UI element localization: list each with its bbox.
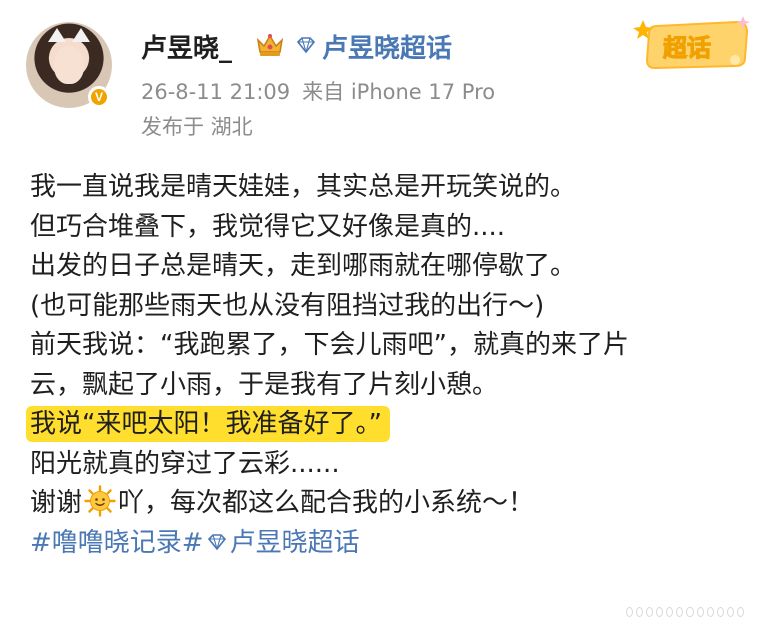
highlighted-line: 我说“来吧太阳！我准备好了。” xyxy=(26,405,760,445)
username[interactable]: 卢昱晓_ xyxy=(141,28,232,65)
body-line: 云，飘起了小雨，于是我有了片刻小憩。 xyxy=(30,369,499,400)
body-line: 我一直说我是晴天娃娃，其实总是开玩笑说的。 xyxy=(30,172,577,202)
watermark-decoration xyxy=(626,605,744,619)
sticker-label: 超话 xyxy=(663,34,711,62)
body-line: 出发的日子总是晴天，走到哪雨就在哪停歇了。 xyxy=(30,251,577,281)
thanks-text-before: 谢谢 xyxy=(30,488,83,518)
thanks-line: 谢谢 吖，每次都这么配合我的小系统～！ xyxy=(30,484,760,524)
super-topic-sticker[interactable]: 超话 xyxy=(633,16,751,72)
body-line: (也可能那些雨天也从没有阻挡过我的出行～) xyxy=(30,290,545,321)
post-location: 发布于 湖北 xyxy=(141,115,253,139)
post-time: 26-8-11 21:09 xyxy=(141,80,291,104)
highlight-mark: 我说“来吧太阳！我准备好了。” xyxy=(26,406,390,442)
post-meta: 26-8-11 21:09 来自 iPhone 17 Pro xyxy=(141,76,507,106)
post-source: 来自 iPhone 17 Pro xyxy=(302,80,496,104)
cat-ear-decoration xyxy=(48,28,66,42)
thanks-text-after: 吖，每次都这么配合我的小系统～！ xyxy=(118,488,535,518)
cat-ear-decoration xyxy=(72,28,90,42)
crown-badge-icon[interactable] xyxy=(255,32,285,58)
verified-v-icon: V xyxy=(88,86,110,108)
super-topic-link[interactable]: 卢昱晓超话 xyxy=(322,28,452,65)
post-body: 我一直说我是晴天娃娃，其实总是开玩笑说的。 但巧合堆叠下，我觉得它又好像是真的.… xyxy=(26,168,760,564)
super-topic-diamond-icon xyxy=(207,533,226,550)
body-line: 阳光就真的穿过了云彩...... xyxy=(30,448,340,479)
tag-line: #噜噜晓记录# 卢昱晓超话 xyxy=(30,524,760,564)
sun-emoji-icon xyxy=(84,485,116,517)
super-topic-diamond-icon xyxy=(296,37,316,53)
super-topic-link[interactable]: 卢昱晓超话 xyxy=(230,528,360,558)
body-line: 前天我说：“我跑累了，下会儿雨吧”，就真的来了片 xyxy=(30,330,629,360)
body-line: 但巧合堆叠下，我觉得它又好像是真的.... xyxy=(30,211,506,242)
hashtag-link[interactable]: #噜噜晓记录# xyxy=(30,528,204,558)
avatar-face xyxy=(54,46,84,84)
